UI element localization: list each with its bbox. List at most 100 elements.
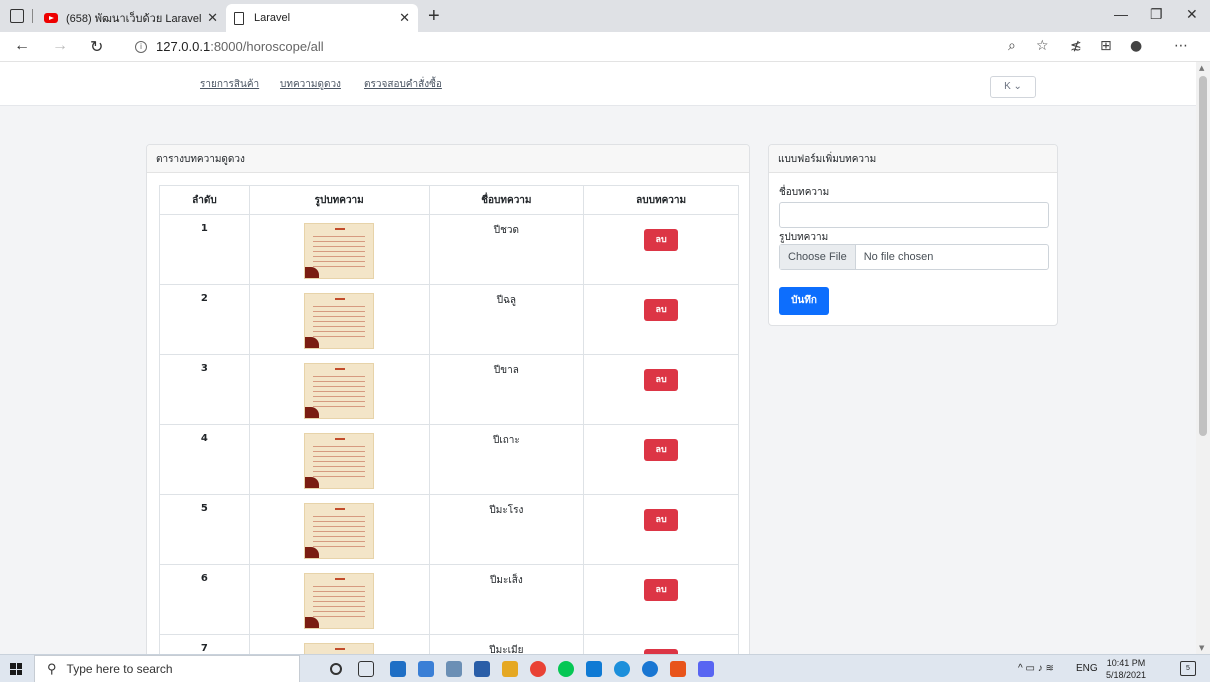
user-dropdown[interactable]: K ⌄ bbox=[990, 76, 1036, 98]
row-action-cell: ลบ bbox=[583, 354, 739, 425]
back-icon[interactable]: ← bbox=[14, 37, 30, 55]
search-icon: ⚲ bbox=[47, 661, 57, 676]
cortana-icon[interactable] bbox=[330, 663, 342, 675]
site-info-icon[interactable]: i bbox=[135, 41, 147, 53]
scroll-up-icon[interactable]: ▲ bbox=[1199, 64, 1204, 72]
windows-taskbar: ⚲ Type here to search ^ ▭ ♪ ≋ ENG 10:41 … bbox=[0, 654, 1210, 682]
row-number: 4 bbox=[159, 424, 250, 495]
teamviewer-icon[interactable] bbox=[642, 661, 658, 677]
clock-time: 10:41 PM bbox=[1106, 658, 1146, 668]
row-image-cell bbox=[248, 354, 430, 425]
delete-button[interactable]: ลบ bbox=[644, 509, 679, 531]
table-row: 2 ปีฉลู ลบ bbox=[159, 284, 739, 355]
article-thumbnail bbox=[304, 503, 375, 559]
page-scrollbar[interactable]: ▲ ▼ bbox=[1196, 62, 1210, 654]
nav-link-orders[interactable]: ตรวจสอบคำสั่งซื้อ bbox=[364, 77, 442, 92]
scroll-down-icon[interactable]: ▼ bbox=[1199, 644, 1204, 652]
tray-icons[interactable]: ^ ▭ ♪ ≋ bbox=[1018, 663, 1054, 674]
row-image-cell bbox=[248, 634, 430, 654]
file-explorer-icon[interactable] bbox=[502, 661, 518, 677]
article-image-label: รูปบทความ bbox=[779, 232, 829, 243]
row-number: 1 bbox=[159, 214, 250, 285]
row-image-cell bbox=[248, 494, 430, 565]
close-window-icon[interactable]: ✕ bbox=[1186, 6, 1198, 23]
address-bar: ← → ↻ i 127.0.0.1:8000/horoscope/all ⌕ ☆… bbox=[0, 32, 1210, 62]
discord-icon[interactable] bbox=[698, 661, 714, 677]
url-field[interactable]: 127.0.0.1:8000/horoscope/all bbox=[156, 39, 324, 54]
row-number: 2 bbox=[159, 284, 250, 355]
close-tab-icon[interactable]: ✕ bbox=[207, 10, 218, 26]
table-row: 5 ปีมะโรง ลบ bbox=[159, 494, 739, 565]
browser-tab-laravel[interactable]: Laravel ✕ bbox=[226, 4, 418, 32]
row-number: 7 bbox=[159, 634, 250, 654]
delete-button[interactable]: ลบ bbox=[644, 439, 679, 461]
taskbar-search-box[interactable]: ⚲ Type here to search bbox=[34, 655, 300, 682]
refresh-icon[interactable]: ↻ bbox=[90, 37, 103, 57]
article-image-file-input[interactable]: Choose File No file chosen bbox=[779, 244, 1049, 270]
task-view-icon[interactable] bbox=[358, 661, 374, 677]
row-action-cell: ลบ bbox=[583, 424, 739, 495]
close-tab-icon[interactable]: ✕ bbox=[399, 10, 410, 26]
more-menu-icon[interactable]: ⋯ bbox=[1174, 38, 1188, 54]
paint-icon[interactable] bbox=[446, 661, 462, 677]
vscode-icon[interactable] bbox=[586, 661, 602, 677]
row-name: ปีชวด bbox=[428, 214, 585, 285]
zoom-icon[interactable]: ⌕ bbox=[1008, 38, 1016, 54]
chrome-icon[interactable] bbox=[530, 661, 546, 677]
url-host: 127.0.0.1 bbox=[156, 39, 211, 54]
url-path: :8000/horoscope/all bbox=[210, 39, 324, 54]
page-icon bbox=[234, 11, 244, 25]
table-row: 1 ปีชวด ลบ bbox=[159, 214, 739, 285]
windows-start-icon[interactable] bbox=[10, 663, 22, 675]
save-button[interactable]: บันทึก bbox=[779, 287, 829, 315]
search-placeholder: Type here to search bbox=[66, 662, 173, 676]
new-tab-button[interactable]: + bbox=[428, 5, 440, 28]
minimize-icon[interactable]: — bbox=[1114, 6, 1128, 22]
store-icon[interactable] bbox=[474, 661, 490, 677]
row-name: ปีมะโรง bbox=[428, 494, 585, 565]
clock-date: 5/18/2021 bbox=[1106, 670, 1147, 680]
row-action-cell: ลบ bbox=[583, 284, 739, 355]
collections-icon[interactable]: ⊞ bbox=[1100, 38, 1112, 54]
choose-file-button[interactable]: Choose File bbox=[780, 245, 856, 269]
row-number: 6 bbox=[159, 564, 250, 635]
row-name: ปีขาล bbox=[428, 354, 585, 425]
taskbar-clock[interactable]: 10:41 PM 5/18/2021 bbox=[1106, 657, 1146, 681]
xampp-icon[interactable] bbox=[670, 661, 686, 677]
snip-icon[interactable] bbox=[418, 661, 434, 677]
tab-actions-icon[interactable] bbox=[10, 9, 24, 23]
mail-icon[interactable] bbox=[390, 661, 406, 677]
nav-link-horoscope[interactable]: บทความดูดวง bbox=[280, 77, 341, 92]
line-icon[interactable] bbox=[558, 661, 574, 677]
row-image-cell bbox=[248, 284, 430, 355]
youtube-icon bbox=[44, 13, 58, 23]
scrollbar-thumb[interactable] bbox=[1199, 76, 1207, 436]
restore-icon[interactable]: ❐ bbox=[1150, 6, 1163, 23]
delete-button[interactable]: ลบ bbox=[644, 369, 679, 391]
nav-link-products[interactable]: รายการสินค้า bbox=[200, 77, 259, 92]
article-thumbnail bbox=[304, 293, 375, 349]
header-delete: ลบบทความ bbox=[583, 185, 739, 215]
edge-icon[interactable] bbox=[614, 661, 630, 677]
row-name: ปีมะเส็ง bbox=[428, 564, 585, 635]
language-indicator[interactable]: ENG bbox=[1076, 663, 1098, 674]
table-row: 6 ปีมะเส็ง ลบ bbox=[159, 564, 739, 635]
browser-tab-youtube[interactable]: (658) พัฒนาเว็บด้วย Laravel Frame ✕ bbox=[36, 4, 226, 32]
article-thumbnail bbox=[304, 363, 375, 419]
article-name-input[interactable] bbox=[779, 202, 1049, 228]
delete-button[interactable]: ลบ bbox=[644, 229, 679, 251]
header-name: ชื่อบทความ bbox=[428, 185, 585, 215]
forward-icon[interactable]: → bbox=[52, 37, 68, 55]
delete-button[interactable]: ลบ bbox=[644, 299, 679, 321]
form-card-title: แบบฟอร์มเพิ่มบทความ bbox=[769, 145, 1057, 173]
notification-center-icon[interactable]: 5 bbox=[1180, 661, 1196, 676]
row-action-cell: ลบ bbox=[583, 564, 739, 635]
row-name: ปีฉลู bbox=[428, 284, 585, 355]
table-row: 3 ปีขาล ลบ bbox=[159, 354, 739, 425]
profile-icon[interactable]: ● bbox=[1130, 38, 1142, 54]
favorites-icon[interactable]: ≴ bbox=[1070, 38, 1082, 54]
delete-button[interactable]: ลบ bbox=[644, 579, 679, 601]
add-article-form-card: แบบฟอร์มเพิ่มบทความ ชื่อบทความ รูปบทความ… bbox=[768, 144, 1058, 326]
article-thumbnail bbox=[304, 433, 375, 489]
favorite-add-icon[interactable]: ☆ bbox=[1036, 38, 1049, 54]
